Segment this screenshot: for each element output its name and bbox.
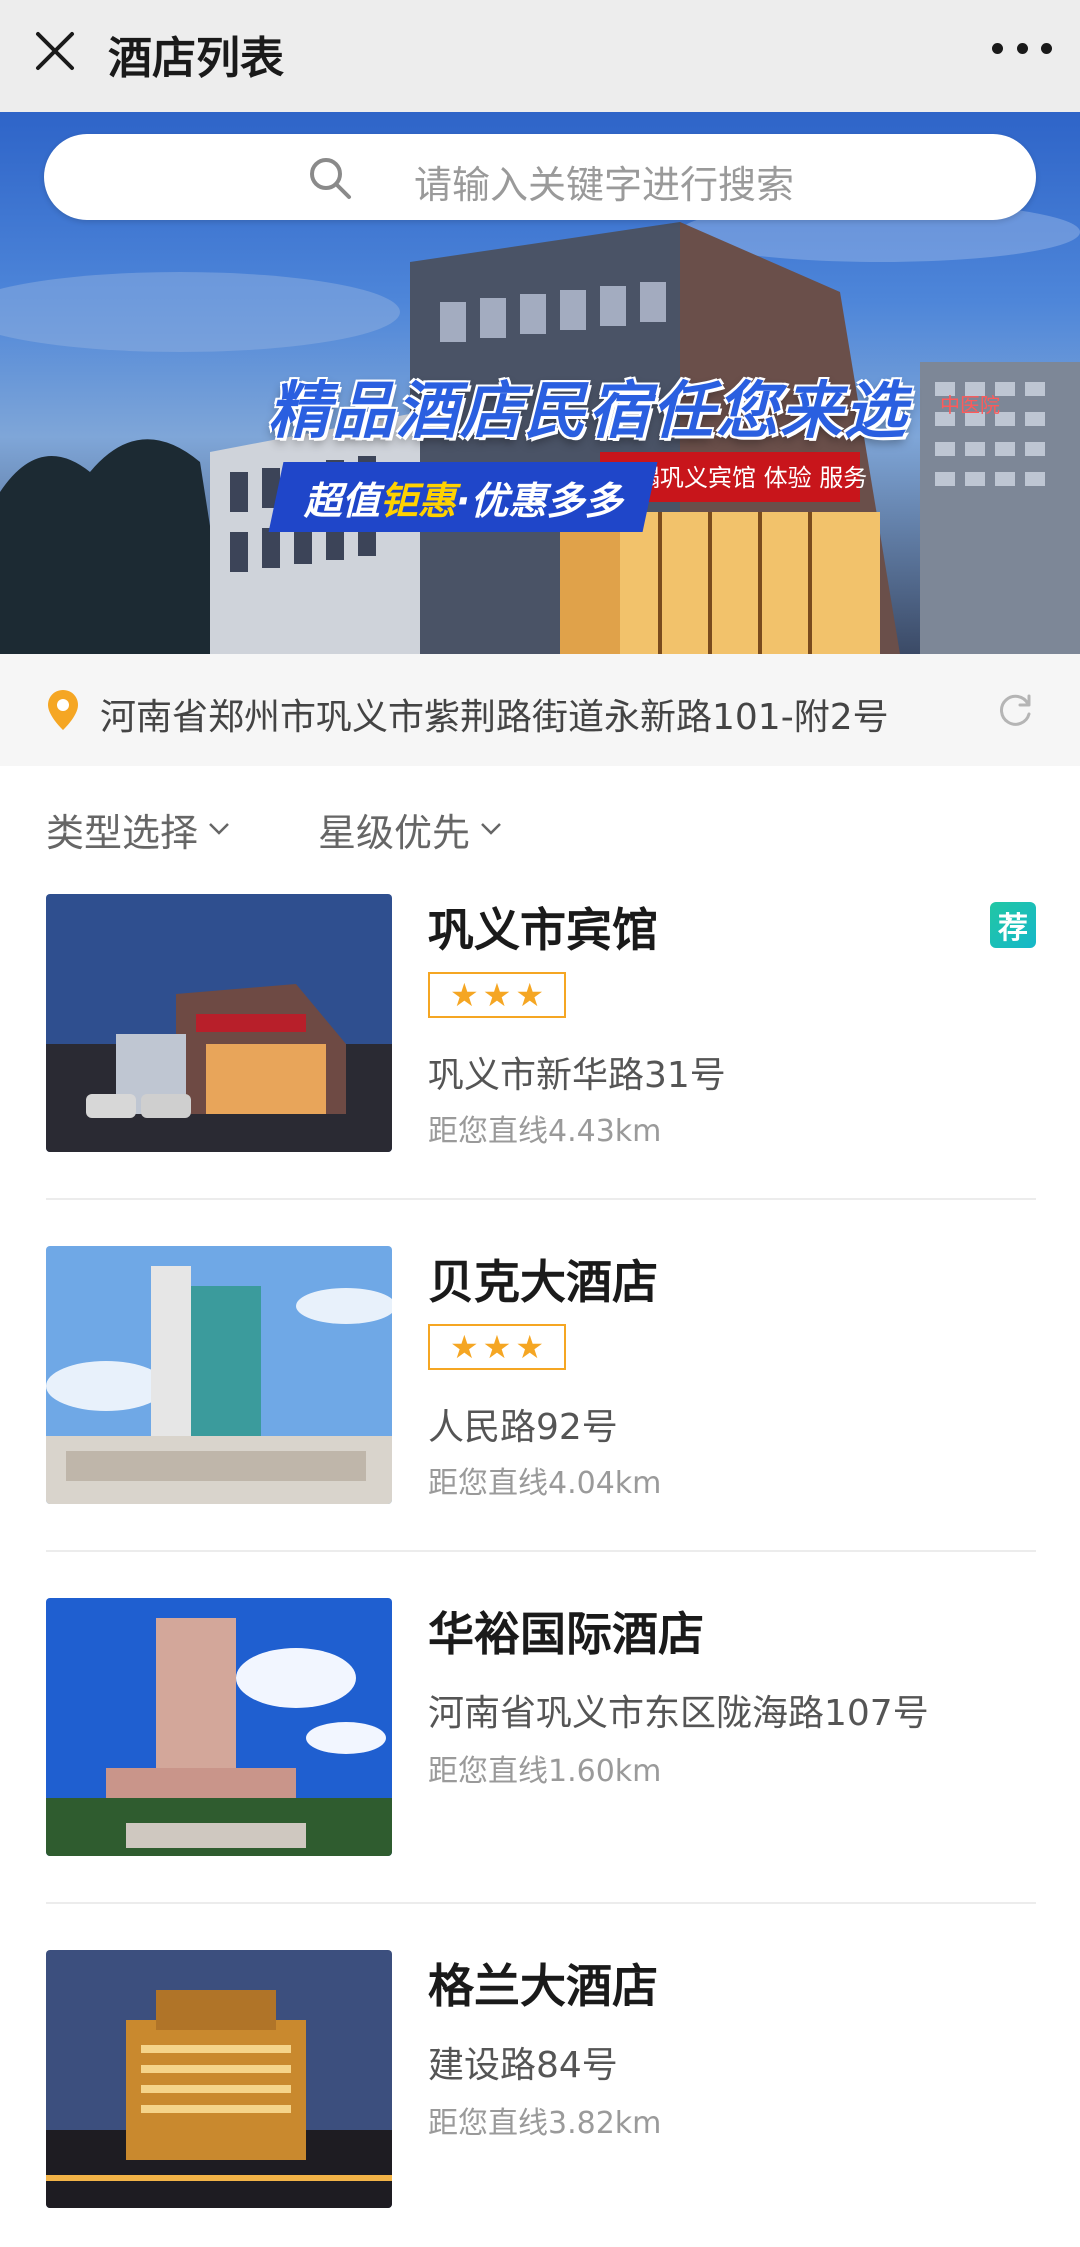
badge-suffix: ·优惠多多	[456, 478, 623, 523]
more-dots-icon[interactable]	[992, 28, 1052, 68]
top-nav-bar: 酒店列表	[0, 0, 1080, 112]
star-icon: ★	[515, 1328, 545, 1366]
filter-label: 星级优先	[318, 811, 471, 855]
hotel-distance: 距您直线4.04km	[428, 1466, 662, 1501]
hotel-distance: 距您直线1.60km	[428, 1754, 662, 1789]
list-divider	[46, 1198, 1036, 1200]
hotel-name: 华裕国际酒店	[428, 1607, 704, 1661]
star-icon: ★	[449, 1328, 479, 1366]
hotel-address: 人民路92号	[428, 1407, 618, 1448]
side-sign-text: 中医院	[940, 393, 1000, 417]
location-address: 河南省郑州市巩义市紫荆路街道永新路101-附2号	[100, 697, 889, 738]
type-filter-dropdown[interactable]: 类型选择	[46, 802, 230, 857]
location-pin-icon	[48, 690, 78, 730]
hotel-photo	[46, 894, 392, 1152]
chevron-down-icon	[209, 822, 229, 835]
search-placeholder: 请输入关键字进行搜索	[414, 163, 795, 207]
hotel-address: 建设路84号	[428, 2045, 618, 2086]
star-rating: ★ ★ ★	[428, 1324, 566, 1370]
hotel-photo	[46, 1246, 392, 1504]
list-divider	[46, 1902, 1036, 1904]
hotel-list-item[interactable]: 贝克大酒店 ★ ★ ★ 人民路92号 距您直线4.04km	[46, 1246, 1036, 1504]
hotel-distance: 距您直线3.82km	[428, 2106, 662, 2141]
search-icon	[310, 158, 351, 199]
close-icon[interactable]	[30, 26, 80, 76]
star-rating: ★ ★ ★	[428, 972, 566, 1018]
hotel-photo	[46, 1950, 392, 2208]
hotel-name: 巩义市宾馆	[428, 903, 658, 957]
recommended-badge: 荐	[990, 902, 1036, 948]
hotel-list-item[interactable]: 华裕国际酒店 河南省巩义市东区陇海路107号 距您直线1.60km	[46, 1598, 1036, 1856]
list-divider	[46, 1550, 1036, 1552]
page-title: 酒店列表	[108, 33, 284, 84]
hotel-name: 格兰大酒店	[428, 1959, 658, 2013]
current-location-bar[interactable]: 河南省郑州市巩义市紫荆路街道永新路101-附2号	[0, 654, 1080, 766]
banner-promo-badge: 超值钜惠·优惠多多	[268, 462, 658, 532]
hotel-address: 巩义市新华路31号	[428, 1055, 726, 1096]
dot	[992, 42, 1003, 54]
dot	[1041, 42, 1052, 54]
filter-label: 类型选择	[46, 811, 199, 855]
hotel-list-item[interactable]: 格兰大酒店 建设路84号 距您直线3.82km	[46, 1950, 1036, 2208]
hotel-name: 贝克大酒店	[428, 1255, 658, 1309]
search-input[interactable]: 请输入关键字进行搜索	[44, 134, 1036, 220]
hotel-list-item[interactable]: 巩义市宾馆 ★ ★ ★ 巩义市新华路31号 距您直线4.43km 荐	[46, 894, 1036, 1152]
star-filter-dropdown[interactable]: 星级优先	[318, 802, 502, 857]
hotel-address: 河南省巩义市东区陇海路107号	[428, 1693, 929, 1734]
chevron-down-icon	[481, 822, 501, 835]
banner-headline: 精品酒店民宿任您来选	[268, 374, 909, 447]
star-icon: ★	[449, 976, 479, 1014]
filter-bar: 类型选择 星级优先	[0, 766, 1080, 876]
star-icon: ★	[482, 1328, 512, 1366]
hotel-distance: 距您直线4.43km	[428, 1114, 662, 1149]
promo-banner[interactable]: 中医院 下榻巩义宾馆 体验 服务 请输入关键字进行搜索 精品酒店民宿任您来选 超…	[0, 112, 1080, 654]
badge-prefix: 超值	[304, 478, 381, 523]
refresh-icon[interactable]	[996, 690, 1036, 730]
dot	[1016, 42, 1028, 54]
hotel-photo	[46, 1598, 392, 1856]
star-icon: ★	[515, 976, 545, 1014]
star-icon: ★	[482, 976, 512, 1014]
badge-highlight: 钜惠	[380, 478, 457, 523]
